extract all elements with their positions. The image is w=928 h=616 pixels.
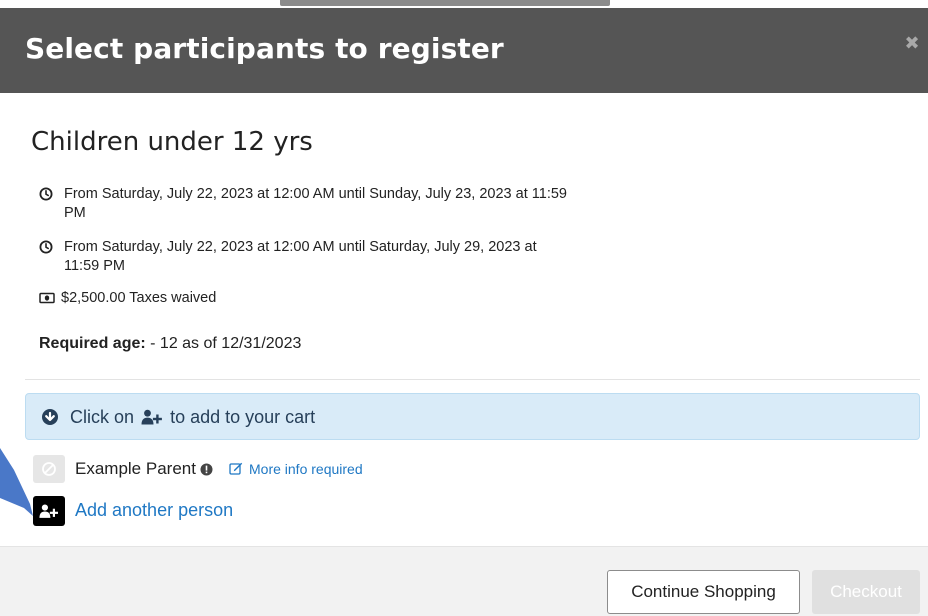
- section-divider: [25, 379, 920, 380]
- alert-text-after: to add to your cart: [170, 407, 316, 427]
- required-age-value: - 12 as of 12/31/2023: [150, 335, 302, 352]
- program-price: $2,500.00 Taxes waived: [39, 289, 569, 308]
- modal-header: Select participants to register ✖: [0, 8, 928, 93]
- required-age: Required age: - 12 as of 12/31/2023: [39, 335, 301, 353]
- modal-footer: Continue Shopping Checkout: [0, 547, 928, 616]
- program-date-1: From Saturday, July 22, 2023 at 12:00 AM…: [39, 185, 569, 223]
- alert-text-before: Click on: [70, 407, 135, 427]
- background-page-strip: [0, 0, 928, 8]
- program-date-2-text: From Saturday, July 22, 2023 at 12:00 AM…: [64, 239, 537, 274]
- exclamation-circle-icon: [200, 463, 213, 476]
- annotation-arrow-icon: [0, 448, 33, 516]
- registration-modal: Select participants to register ✖ Childr…: [0, 0, 928, 616]
- clock-icon: [39, 240, 53, 254]
- add-another-person-row: Add another person: [33, 496, 433, 526]
- user-plus-icon: [141, 409, 162, 425]
- modal-title: Select participants to register: [25, 32, 504, 65]
- program-date-2: From Saturday, July 22, 2023 at 12:00 AM…: [39, 238, 569, 276]
- participant-name: Example Parent: [75, 459, 196, 478]
- more-info-required-link[interactable]: More info required: [249, 461, 363, 477]
- continue-shopping-button[interactable]: Continue Shopping: [607, 570, 800, 614]
- add-to-cart-alert: Click on to add to your cart: [25, 393, 920, 440]
- edit-icon[interactable]: [229, 461, 243, 475]
- program-date-1-text: From Saturday, July 22, 2023 at 12:00 AM…: [64, 186, 567, 221]
- program-title: Children under 12 yrs: [31, 127, 313, 157]
- add-person-button[interactable]: [33, 496, 65, 526]
- alert-message: Click on to add to your cart: [70, 407, 315, 428]
- checkout-button: Checkout: [812, 570, 920, 614]
- circle-arrow-down-icon: [42, 409, 58, 425]
- user-plus-icon: [39, 504, 58, 518]
- clock-icon: [39, 187, 53, 201]
- background-heading-fragment: [280, 0, 610, 6]
- add-another-person-link[interactable]: Add another person: [75, 500, 233, 521]
- ban-icon: [42, 462, 56, 476]
- program-price-text: $2,500.00 Taxes waived: [61, 290, 217, 306]
- money-icon: [39, 292, 55, 304]
- participant-row: Example Parent More info required: [33, 455, 633, 483]
- required-age-label: Required age:: [39, 335, 146, 352]
- close-icon[interactable]: ✖: [902, 34, 922, 54]
- participant-disabled-button: [33, 455, 65, 483]
